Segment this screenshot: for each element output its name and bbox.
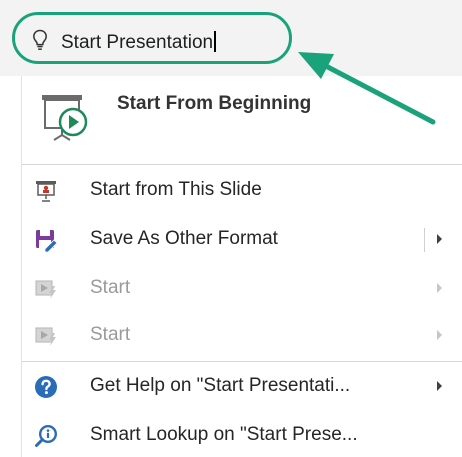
search-input[interactable]: Start Presentation: [61, 31, 216, 54]
submenu-arrow-icon: [437, 283, 442, 293]
submenu-arrow-icon[interactable]: [436, 380, 443, 392]
save-as-icon: [36, 230, 58, 252]
menu-item-label: Save As Other Format: [90, 228, 278, 249]
tell-me-search-screen: Start Presentation Start From Beginning: [0, 0, 462, 457]
menu-item-get-help[interactable]: Get Help on "Start Presentati...: [22, 363, 462, 411]
menu-item-smart-lookup[interactable]: Smart Lookup on "Start Prese...: [22, 412, 462, 457]
submenu-arrow-icon[interactable]: [436, 233, 443, 245]
help-icon: [35, 376, 57, 398]
menu-item-label: Start: [90, 277, 131, 298]
start-icon: [35, 280, 56, 299]
menu-separator: [22, 164, 462, 165]
menu-item-save-as-other-format[interactable]: Save As Other Format: [22, 216, 462, 264]
menu-item-label: Smart Lookup on "Start Prese...: [90, 424, 358, 445]
menu-item-start-from-this-slide[interactable]: Start from This Slide: [22, 167, 462, 215]
menu-item-label: Start from This Slide: [90, 179, 262, 200]
split-divider: [424, 228, 425, 252]
menu-separator: [22, 361, 462, 362]
lightbulb-icon: [33, 29, 47, 50]
smart-lookup-icon: [35, 424, 58, 447]
menu-item-label: Start: [90, 324, 131, 345]
start-icon: [35, 327, 56, 346]
submenu-arrow-icon: [437, 330, 442, 340]
annotation-arrow: [298, 52, 436, 125]
text-caret: [214, 31, 216, 52]
search-input-text: Start Presentation: [61, 32, 214, 53]
presenter-icon: [36, 181, 56, 202]
menu-item-label: Start From Beginning: [117, 93, 312, 114]
menu-item-start-disabled[interactable]: Start: [22, 312, 462, 360]
slideshow-play-icon: [42, 95, 88, 141]
menu-item-start-disabled[interactable]: Start: [22, 265, 462, 313]
menu-item-label: Get Help on "Start Presentati...: [90, 375, 351, 396]
